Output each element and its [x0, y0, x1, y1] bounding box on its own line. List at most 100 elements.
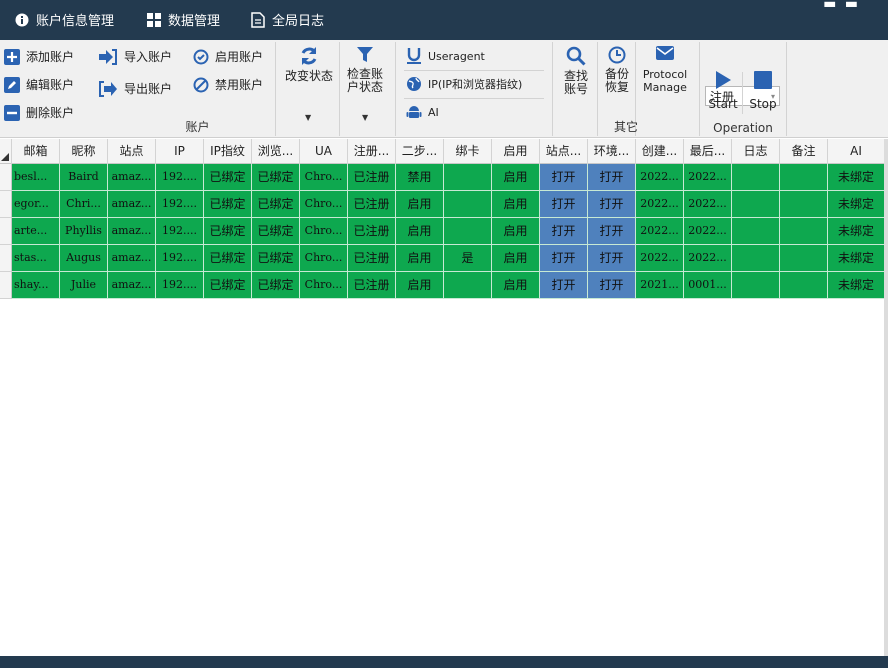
table-cell[interactable]: 启用: [492, 164, 540, 191]
column-header[interactable]: IP: [156, 139, 204, 164]
table-cell[interactable]: 2022...: [636, 191, 684, 218]
row-header[interactable]: [0, 272, 12, 299]
table-cell[interactable]: 打开: [588, 272, 636, 299]
table-cell[interactable]: 启用: [396, 191, 444, 218]
table-row[interactable]: arte... Phyllis amaz... 192.... 已绑定 已绑定 Chro..…: [0, 218, 888, 245]
table-cell[interactable]: 已绑定: [252, 191, 300, 218]
nav-account-info[interactable]: 账户信息管理: [14, 10, 114, 29]
row-header[interactable]: [0, 164, 12, 191]
check-status-button[interactable]: 检查账户状态: [344, 46, 386, 94]
table-cell[interactable]: 启用: [492, 245, 540, 272]
protocol-manage-button[interactable]: Protocol Manage: [638, 46, 692, 94]
table-cell[interactable]: Chro...: [300, 245, 348, 272]
table-cell[interactable]: Julie: [60, 272, 108, 299]
table-cell[interactable]: 192....: [156, 245, 204, 272]
table-cell[interactable]: 未绑定: [828, 272, 885, 299]
table-cell[interactable]: 启用: [396, 272, 444, 299]
table-cell[interactable]: 2022...: [636, 245, 684, 272]
column-header[interactable]: 备注: [780, 139, 828, 164]
nav-data-management[interactable]: 数据管理: [146, 10, 220, 29]
table-cell[interactable]: 已注册: [348, 191, 396, 218]
column-header[interactable]: 浏览...: [252, 139, 300, 164]
enable-account-button[interactable]: 启用账户: [193, 48, 263, 65]
table-cell[interactable]: 已注册: [348, 272, 396, 299]
table-cell[interactable]: 打开: [588, 191, 636, 218]
table-cell[interactable]: [780, 245, 828, 272]
column-header[interactable]: 二步...: [396, 139, 444, 164]
table-cell[interactable]: [444, 191, 492, 218]
column-header[interactable]: 日志: [732, 139, 780, 164]
table-cell[interactable]: 未绑定: [828, 245, 885, 272]
column-header[interactable]: 最后...: [684, 139, 732, 164]
table-cell[interactable]: 启用: [492, 272, 540, 299]
table-cell[interactable]: [732, 245, 780, 272]
table-cell[interactable]: [444, 164, 492, 191]
column-header[interactable]: AI: [828, 139, 885, 164]
table-cell[interactable]: [732, 164, 780, 191]
table-row[interactable]: stas... Augus amaz... 192.... 已绑定 已绑定 Chro... 已…: [0, 245, 888, 272]
table-cell[interactable]: 192....: [156, 164, 204, 191]
table-cell[interactable]: Phyllis: [60, 218, 108, 245]
row-header[interactable]: [0, 218, 12, 245]
ai-button[interactable]: AI: [406, 104, 439, 120]
column-header[interactable]: 环境...: [588, 139, 636, 164]
useragent-button[interactable]: Useragent: [406, 47, 485, 65]
table-cell[interactable]: 已绑定: [252, 164, 300, 191]
change-status-button[interactable]: 改变状态: [283, 46, 335, 83]
table-cell[interactable]: 未绑定: [828, 218, 885, 245]
table-cell[interactable]: arte...: [12, 218, 60, 245]
column-header[interactable]: UA: [300, 139, 348, 164]
table-cell[interactable]: 2022...: [684, 164, 732, 191]
table-cell[interactable]: Chri...: [60, 191, 108, 218]
column-header[interactable]: 启用: [492, 139, 540, 164]
export-account-button[interactable]: 导出账户: [98, 80, 172, 97]
table-cell[interactable]: Baird: [60, 164, 108, 191]
table-cell[interactable]: 启用: [492, 218, 540, 245]
column-header[interactable]: 绑卡: [444, 139, 492, 164]
table-cell[interactable]: [780, 272, 828, 299]
column-header[interactable]: 创建...: [636, 139, 684, 164]
table-cell[interactable]: besl...: [12, 164, 60, 191]
column-header[interactable]: 注册...: [348, 139, 396, 164]
table-cell[interactable]: stas...: [12, 245, 60, 272]
select-all-corner[interactable]: [0, 139, 12, 164]
table-cell[interactable]: shay...: [12, 272, 60, 299]
find-account-button[interactable]: 查找账号: [558, 46, 594, 96]
table-cell[interactable]: [732, 191, 780, 218]
row-header[interactable]: [0, 245, 12, 272]
row-header[interactable]: [0, 191, 12, 218]
table-cell[interactable]: amaz...: [108, 218, 156, 245]
table-cell[interactable]: 2022...: [684, 245, 732, 272]
table-cell[interactable]: 已注册: [348, 218, 396, 245]
window-controls[interactable]: ▬ ▬: [823, 0, 860, 12]
table-cell[interactable]: [732, 218, 780, 245]
edit-account-button[interactable]: 编辑账户: [4, 76, 74, 93]
table-cell[interactable]: amaz...: [108, 245, 156, 272]
table-row[interactable]: egor... Chri... amaz... 192.... 已绑定 已绑定 Chro..…: [0, 191, 888, 218]
table-cell[interactable]: 打开: [540, 164, 588, 191]
column-header[interactable]: IP指纹: [204, 139, 252, 164]
add-account-button[interactable]: 添加账户: [4, 48, 74, 65]
table-cell[interactable]: [444, 218, 492, 245]
table-cell[interactable]: [732, 272, 780, 299]
table-cell[interactable]: [444, 272, 492, 299]
table-cell[interactable]: amaz...: [108, 272, 156, 299]
stop-button[interactable]: Stop: [747, 70, 779, 111]
table-cell[interactable]: 已绑定: [252, 245, 300, 272]
table-cell[interactable]: 未绑定: [828, 164, 885, 191]
table-cell[interactable]: [780, 164, 828, 191]
table-cell[interactable]: 打开: [588, 164, 636, 191]
table-row[interactable]: besl... Baird amaz... 192.... 已绑定 已绑定 Chro... 已…: [0, 164, 888, 191]
table-cell[interactable]: 已绑定: [204, 164, 252, 191]
column-header[interactable]: 邮箱: [12, 139, 60, 164]
table-cell[interactable]: 启用: [396, 218, 444, 245]
table-cell[interactable]: 打开: [588, 218, 636, 245]
table-cell[interactable]: Chro...: [300, 164, 348, 191]
table-cell[interactable]: 0001...: [684, 272, 732, 299]
backup-restore-button[interactable]: 备份恢复: [600, 46, 634, 94]
table-cell[interactable]: Chro...: [300, 191, 348, 218]
table-cell[interactable]: 已绑定: [204, 218, 252, 245]
ip-fingerprint-button[interactable]: IP(IP和浏览器指纹): [406, 76, 522, 92]
table-cell[interactable]: 打开: [540, 245, 588, 272]
table-cell[interactable]: 已绑定: [204, 191, 252, 218]
